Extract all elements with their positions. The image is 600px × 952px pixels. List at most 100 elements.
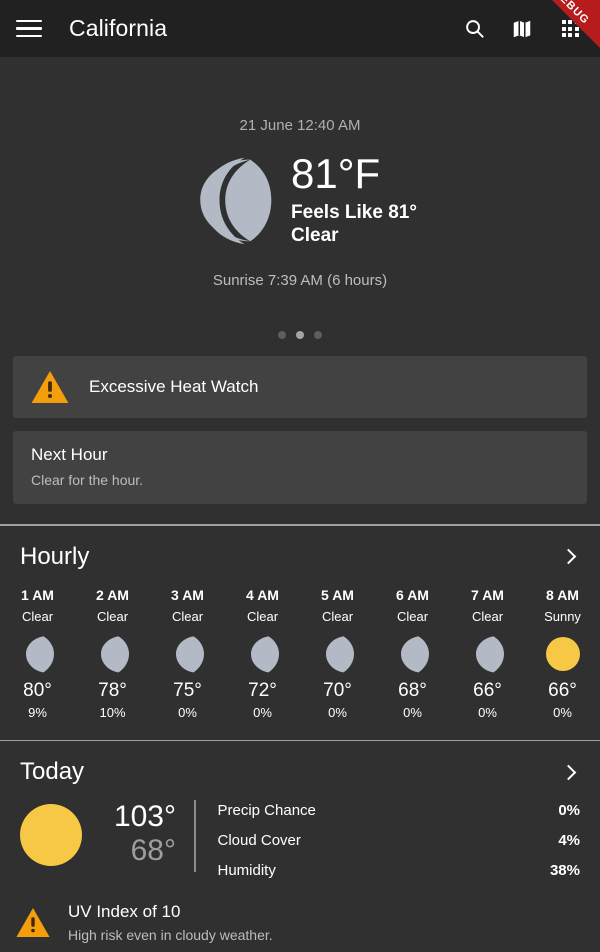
moon-icon xyxy=(25,635,54,672)
hourly-condition: Clear xyxy=(21,608,54,624)
sunrise-info: Sunrise 7:39 AM (6 hours) xyxy=(212,272,388,289)
next-hour-card[interactable]: Next Hour Clear for the hour. xyxy=(13,431,587,504)
vertical-divider xyxy=(194,800,196,872)
today-header[interactable]: Today xyxy=(0,741,600,786)
hourly-temperature: 78° xyxy=(98,679,127,701)
chevron-right-icon[interactable] xyxy=(560,548,577,565)
hourly-condition: Clear xyxy=(96,608,129,624)
search-icon[interactable] xyxy=(461,16,487,42)
moon-icon xyxy=(475,635,504,672)
hourly-icon-wrap xyxy=(450,632,525,676)
moon-icon xyxy=(250,635,279,672)
hourly-temperature: 68° xyxy=(398,679,427,701)
hourly-precip: 0% xyxy=(478,704,497,720)
search-glyph xyxy=(465,20,484,38)
hourly-temperature: 66° xyxy=(548,679,577,701)
page-dot-active[interactable] xyxy=(296,331,304,339)
metric-row: Cloud Cover 4% xyxy=(218,830,581,860)
moon-icon xyxy=(400,635,429,672)
hourly-time: 1 AM xyxy=(21,586,54,603)
hourly-icon-wrap xyxy=(300,632,375,676)
hourly-item[interactable]: 4 AM Clear 72° 0% xyxy=(225,587,300,720)
today-temperature-range: 103° 68° xyxy=(102,800,176,867)
uv-index-row[interactable]: UV Index of 10 High risk even in cloudy … xyxy=(0,890,600,952)
current-conditions[interactable]: 21 June 12:40 AM 81°F Feels Like 81° Cle… xyxy=(0,57,600,339)
hourly-precip: 0% xyxy=(553,704,572,720)
metric-value: 4% xyxy=(558,832,580,849)
uv-text-wrap: UV Index of 10 High risk even in cloudy … xyxy=(68,902,273,943)
map-icon[interactable] xyxy=(509,16,535,42)
hourly-temperature: 66° xyxy=(473,679,502,701)
moon-icon xyxy=(175,635,204,672)
hourly-temperature: 75° xyxy=(173,679,202,701)
hourly-item[interactable]: 1 AM Clear 80° 9% xyxy=(0,587,75,720)
metric-value: 0% xyxy=(558,802,580,819)
alert-title: Excessive Heat Watch xyxy=(89,377,259,396)
weather-alert-card[interactable]: Excessive Heat Watch xyxy=(13,356,587,418)
hourly-condition: Clear xyxy=(171,608,204,624)
metric-value: 38% xyxy=(549,862,580,879)
hourly-icon-wrap xyxy=(525,632,600,676)
page-indicator[interactable] xyxy=(0,331,600,339)
current-main-row: 81°F Feels Like 81° Clear xyxy=(0,152,600,248)
hamburger-menu-icon[interactable] xyxy=(16,15,42,43)
hourly-precip: 10% xyxy=(99,704,126,720)
today-low: 68° xyxy=(130,833,176,867)
current-readout: 81°F Feels Like 81° Clear xyxy=(285,152,417,247)
hourly-icon-wrap xyxy=(375,632,450,676)
hourly-temperature: 70° xyxy=(323,679,352,701)
hourly-condition: Sunny xyxy=(544,608,581,624)
hamburger-line xyxy=(16,19,42,23)
hourly-icon-wrap xyxy=(0,632,75,676)
hourly-item[interactable]: 2 AM Clear 78° 10% xyxy=(75,587,150,720)
next-hour-title: Next Hour xyxy=(31,445,108,464)
page-dot[interactable] xyxy=(314,331,322,339)
map-glyph xyxy=(513,20,531,37)
app-bar: California DEBUG xyxy=(0,0,600,57)
hourly-time: 3 AM xyxy=(171,586,204,603)
metric-row: Humidity 38% xyxy=(218,860,581,890)
page-dot[interactable] xyxy=(278,331,286,339)
hourly-condition: Clear xyxy=(246,608,279,624)
moon-icon xyxy=(100,635,129,672)
hourly-precip: 0% xyxy=(253,704,272,720)
today-summary: 103° 68° Precip Chance 0% Cloud Cover 4%… xyxy=(0,786,600,890)
hourly-title: Hourly xyxy=(20,542,90,570)
hourly-time: 5 AM xyxy=(321,586,354,603)
hourly-temperature: 72° xyxy=(248,679,277,701)
metric-row: Precip Chance 0% xyxy=(218,800,581,830)
hourly-item[interactable]: 8 AM Sunny 66° 0% xyxy=(525,587,600,720)
metric-label: Cloud Cover xyxy=(217,832,301,849)
hourly-precip: 0% xyxy=(403,704,422,720)
hamburger-line xyxy=(16,34,42,38)
today-metrics: Precip Chance 0% Cloud Cover 4% Humidity… xyxy=(218,800,581,890)
hourly-item[interactable]: 3 AM Clear 75° 0% xyxy=(150,587,225,720)
moon-icon xyxy=(200,157,272,245)
today-high: 103° xyxy=(113,800,176,833)
warning-triangle-icon xyxy=(16,908,50,937)
hourly-item[interactable]: 7 AM Clear 66° 0% xyxy=(450,587,525,720)
metric-label: Humidity xyxy=(217,862,276,879)
hourly-forecast-list: 1 AM Clear 80° 9% 2 AM Clear 78° 10% 3 A… xyxy=(0,571,600,720)
chevron-right-icon[interactable] xyxy=(560,764,577,780)
hourly-time: 6 AM xyxy=(396,586,429,603)
hourly-precip: 0% xyxy=(178,704,197,720)
hourly-condition: Clear xyxy=(396,608,429,624)
uv-description: High risk even in cloudy weather. xyxy=(68,927,273,943)
metric-label: Precip Chance xyxy=(217,802,316,819)
sun-icon xyxy=(545,636,580,671)
hourly-temperature: 80° xyxy=(23,679,52,701)
hourly-item[interactable]: 5 AM Clear 70° 0% xyxy=(300,587,375,720)
hourly-precip: 0% xyxy=(328,704,347,720)
hourly-precip: 9% xyxy=(28,704,47,720)
hourly-time: 8 AM xyxy=(546,586,579,603)
moon-icon xyxy=(325,635,354,672)
next-hour-summary: Clear for the hour. xyxy=(31,472,144,488)
hourly-header[interactable]: Hourly xyxy=(0,526,600,571)
page-title: California xyxy=(69,15,168,41)
weather-app: California DEBUG 21 June 12:40 AM 81°F F… xyxy=(0,0,600,952)
hourly-item[interactable]: 6 AM Clear 68° 0% xyxy=(375,587,450,720)
sun-icon xyxy=(20,804,82,866)
hourly-time: 7 AM xyxy=(471,586,504,603)
today-title: Today xyxy=(20,758,85,785)
